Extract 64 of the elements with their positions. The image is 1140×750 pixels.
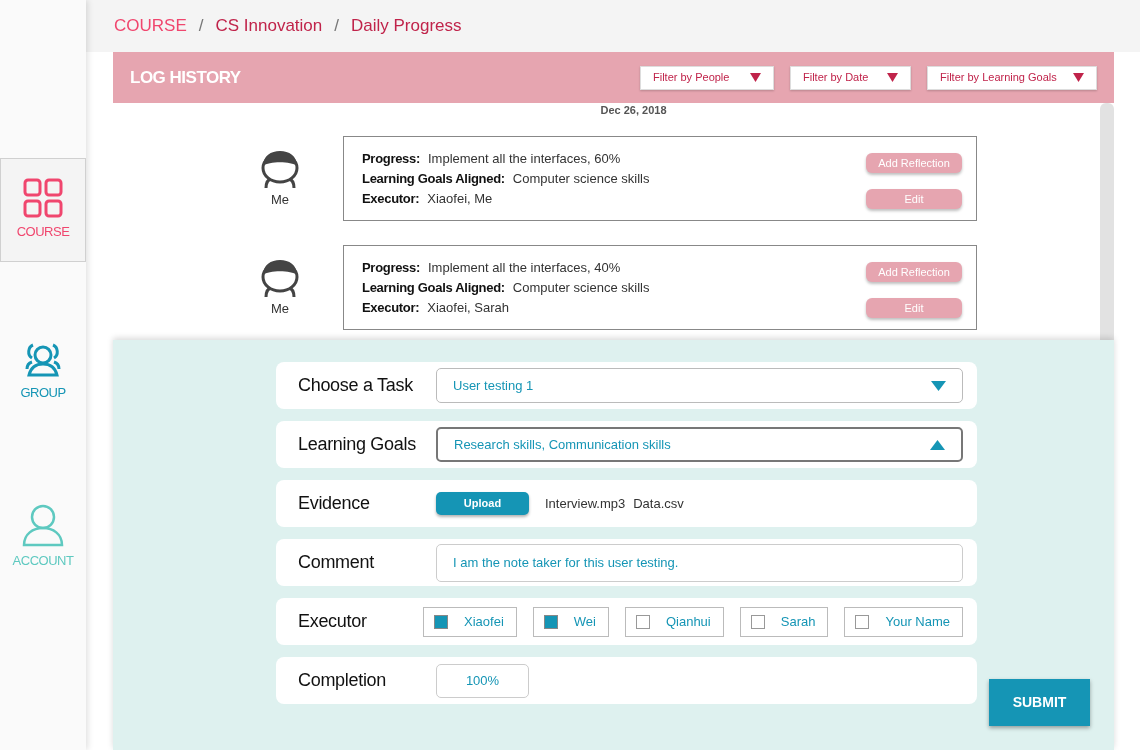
field-value: Xiaofei, Sarah [427, 300, 509, 315]
executor-option[interactable]: Qianhui [624, 606, 724, 637]
scrollbar[interactable] [1100, 103, 1114, 340]
author-name: Me [270, 190, 290, 209]
field-label: Learning Goals Aligned: [362, 171, 505, 186]
field-value: Computer science skills [512, 280, 650, 295]
field-label: Choose a Task [298, 374, 414, 397]
breadcrumb-link[interactable]: CS Innovation [215, 13, 323, 39]
field-label: Progress: [362, 260, 420, 275]
edit-button[interactable]: Edit [866, 189, 962, 209]
field-label: Executor: [362, 191, 420, 206]
field-label: Executor [298, 610, 368, 633]
breadcrumb-separator: / [334, 15, 339, 38]
field-label: Comment [298, 551, 375, 574]
dropdown-arrow-icon [931, 380, 946, 391]
executor-option[interactable]: Sarah [739, 606, 829, 637]
edit-button[interactable]: Edit [866, 298, 962, 318]
dropdown-field[interactable]: Research skills, Communication skills [436, 427, 963, 462]
breadcrumb-link[interactable]: COURSE [114, 13, 187, 39]
sidebar-item[interactable]: GROUP [0, 320, 86, 424]
field-value: Xiaofei, Me [427, 191, 493, 206]
file-name: Data.csv [633, 494, 684, 513]
breadcrumb-separator: / [198, 15, 204, 38]
executor-option[interactable]: Xiaofei [423, 606, 517, 637]
add-reflection-button[interactable]: Add Reflection [866, 153, 962, 173]
field-label: Learning Goals Aligned: [362, 280, 505, 295]
executor-option[interactable]: Your Name [844, 606, 963, 637]
upload-button[interactable]: Upload [436, 492, 529, 515]
breadcrumb-link[interactable]: Daily Progress [351, 13, 462, 39]
dropdown-arrow-icon [750, 73, 761, 82]
checkbox[interactable] [543, 614, 558, 629]
dropdown-arrow-icon [1073, 73, 1084, 82]
add-reflection-button[interactable]: Add Reflection [866, 262, 962, 282]
file-name: Interview.mp3 [545, 494, 626, 513]
person-icon [21, 503, 65, 548]
sidebar-item[interactable]: ACCOUNT [0, 485, 86, 589]
field-label: Evidence [298, 492, 371, 515]
checkbox[interactable] [434, 614, 448, 629]
field-value: Computer science skills [512, 171, 650, 186]
field-value: Implement all the interfaces, 40% [428, 260, 621, 275]
filter-dropdown[interactable]: Filter by Learning Goals [927, 65, 1097, 90]
comment-field[interactable]: I am the note taker for this user testing. [436, 543, 963, 582]
field-label: Executor: [362, 300, 420, 315]
submit-button[interactable]: SUBMIT [989, 679, 1090, 726]
sidebar-item[interactable]: COURSE [0, 158, 86, 262]
field-label: Learning Goals [298, 433, 417, 456]
field-label: Progress: [362, 151, 420, 166]
dropdown-arrow-icon [887, 73, 898, 82]
checkbox[interactable] [635, 614, 650, 629]
completion-field[interactable]: 100% [436, 663, 529, 698]
date-label: Dec 26, 2018 [600, 104, 667, 117]
filter-dropdown[interactable]: Filter by People [640, 65, 774, 90]
checkbox[interactable] [750, 614, 765, 629]
field-label: Completion [298, 669, 388, 692]
checkbox[interactable] [855, 614, 870, 629]
dropdown-field[interactable]: User testing 1 [436, 368, 963, 403]
field-value: Implement all the interfaces, 60% [428, 151, 621, 166]
author-name: Me [270, 299, 290, 318]
collapse-arrow-icon [930, 439, 945, 450]
group-icon [23, 341, 63, 380]
section-title: LOG HISTORY [130, 66, 241, 89]
filter-dropdown[interactable]: Filter by Date [790, 65, 911, 90]
executor-option[interactable]: Wei [532, 606, 609, 637]
grid-icon [23, 178, 63, 219]
